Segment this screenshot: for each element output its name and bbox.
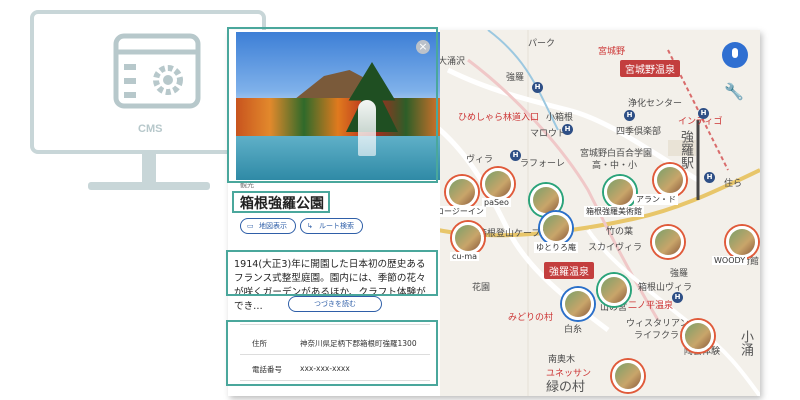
pin-label: WOODY: [712, 256, 748, 265]
highlight-description: [226, 250, 438, 296]
cms-window-icon: [113, 33, 201, 109]
map-pin[interactable]: [482, 168, 514, 200]
map-label: マロウド: [530, 129, 567, 139]
map-label: 小涌: [738, 330, 753, 356]
map-view-button-label: 地図表示: [259, 222, 287, 230]
map-label: ひめしゃら林道入口: [458, 113, 540, 123]
mic-icon: [732, 48, 738, 58]
map-label: 箱根登山ケーブル: [478, 229, 550, 239]
route-search-button-label: ルート検索: [319, 222, 354, 230]
map-pin[interactable]: [604, 176, 636, 208]
map-label: 強羅: [670, 269, 689, 279]
highlight-title: [232, 191, 330, 213]
map-label: 宮城野: [598, 47, 626, 57]
map-pin-selected[interactable]: [540, 212, 572, 244]
map-pin[interactable]: [452, 222, 484, 254]
map-label: 高・中・小: [592, 161, 638, 171]
map-pin[interactable]: [612, 360, 644, 392]
pin-label: 箱根強羅美術館: [584, 206, 644, 217]
highlight-photo: [227, 27, 438, 183]
map-label: 浄化センター: [628, 99, 683, 109]
wrench-icon[interactable]: 🔧: [724, 82, 744, 101]
map-pin[interactable]: [682, 320, 714, 352]
map-label: 二ノ平温泉: [628, 301, 674, 311]
area-badge: 強羅温泉: [544, 262, 594, 279]
map-pin[interactable]: [598, 274, 630, 306]
route-icon: ↳: [307, 222, 313, 230]
map-label: 竹の葉: [606, 227, 634, 237]
poi-marker[interactable]: H: [698, 108, 709, 119]
map-label: 箱根山ヴィラ: [638, 283, 693, 293]
poi-marker[interactable]: H: [562, 124, 573, 135]
map-label: みどりの村: [508, 313, 554, 323]
poi-marker[interactable]: H: [532, 82, 543, 93]
cms-label: CMS: [138, 123, 163, 135]
map-pin[interactable]: [652, 226, 684, 258]
pin-label: paSeo: [482, 198, 511, 207]
pin-label: ゆとりろ庵: [534, 242, 578, 253]
voice-search-button[interactable]: [722, 42, 748, 68]
map-label: 住ら: [724, 179, 743, 189]
poi-marker[interactable]: H: [704, 172, 715, 183]
poi-marker[interactable]: H: [672, 292, 683, 303]
map-label: 四季倶楽部: [616, 127, 662, 137]
monitor-neck: [142, 154, 156, 184]
map-label: 南奥木: [548, 355, 576, 365]
map-icon: ▭: [247, 222, 254, 230]
map-label: 大涌沢: [438, 57, 466, 67]
map-label: 花園: [472, 283, 491, 293]
map-label: パーク: [528, 39, 556, 49]
area-badge: 宮城野温泉: [620, 60, 680, 77]
poi-marker[interactable]: H: [624, 110, 635, 121]
map-pin[interactable]: [562, 288, 594, 320]
monitor-base: [88, 182, 210, 190]
map-label: 緑の村: [546, 380, 586, 395]
map-label: スカイヴィラ: [588, 243, 643, 253]
map-view-button[interactable]: ▭ 地図表示: [240, 218, 296, 234]
route-search-button[interactable]: ↳ ルート検索: [300, 218, 363, 234]
pin-label: cu-ma: [450, 252, 480, 261]
read-more-button[interactable]: つづきを読む: [288, 296, 382, 312]
pin-label: コージーイン: [434, 206, 486, 217]
map-pin[interactable]: [446, 176, 478, 208]
map-label: 小箱根: [546, 113, 574, 123]
poi-marker[interactable]: H: [510, 150, 521, 161]
map-label: ヴィラ: [466, 155, 494, 165]
map-pin[interactable]: [726, 226, 758, 258]
pin-label: アラン・ド: [634, 194, 678, 205]
station-label: 強羅駅: [678, 130, 693, 169]
highlight-details: [226, 320, 438, 386]
map-label: 白糸: [564, 325, 583, 335]
map-pin[interactable]: [654, 164, 686, 196]
map-label: ラフォーレ: [520, 159, 566, 169]
map-label: 強羅: [506, 73, 525, 83]
